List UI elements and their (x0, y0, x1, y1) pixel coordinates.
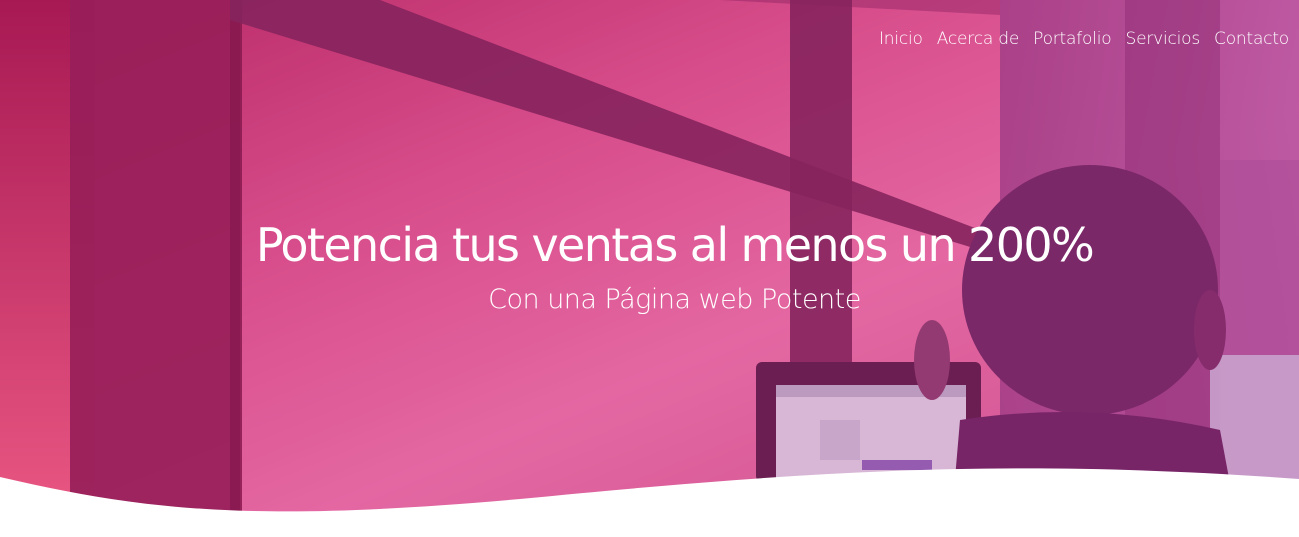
hero-subtitle: Con una Página web Potente (488, 284, 861, 315)
nav-item-contacto[interactable]: Contacto (1214, 29, 1289, 49)
nav-item-portafolio[interactable]: Portafolio (1033, 29, 1112, 49)
nav-item-servicios[interactable]: Servicios (1125, 29, 1200, 49)
hero-title: Potencia tus ventas al menos un 200% (255, 218, 1095, 272)
wave-divider (0, 468, 1299, 537)
main-nav: Inicio Acerca de Portafolio Servicios Co… (879, 29, 1289, 49)
hero-section: Inicio Acerca de Portafolio Servicios Co… (0, 0, 1299, 537)
nav-item-acerca-de[interactable]: Acerca de (937, 29, 1020, 49)
nav-item-inicio[interactable]: Inicio (879, 29, 923, 49)
